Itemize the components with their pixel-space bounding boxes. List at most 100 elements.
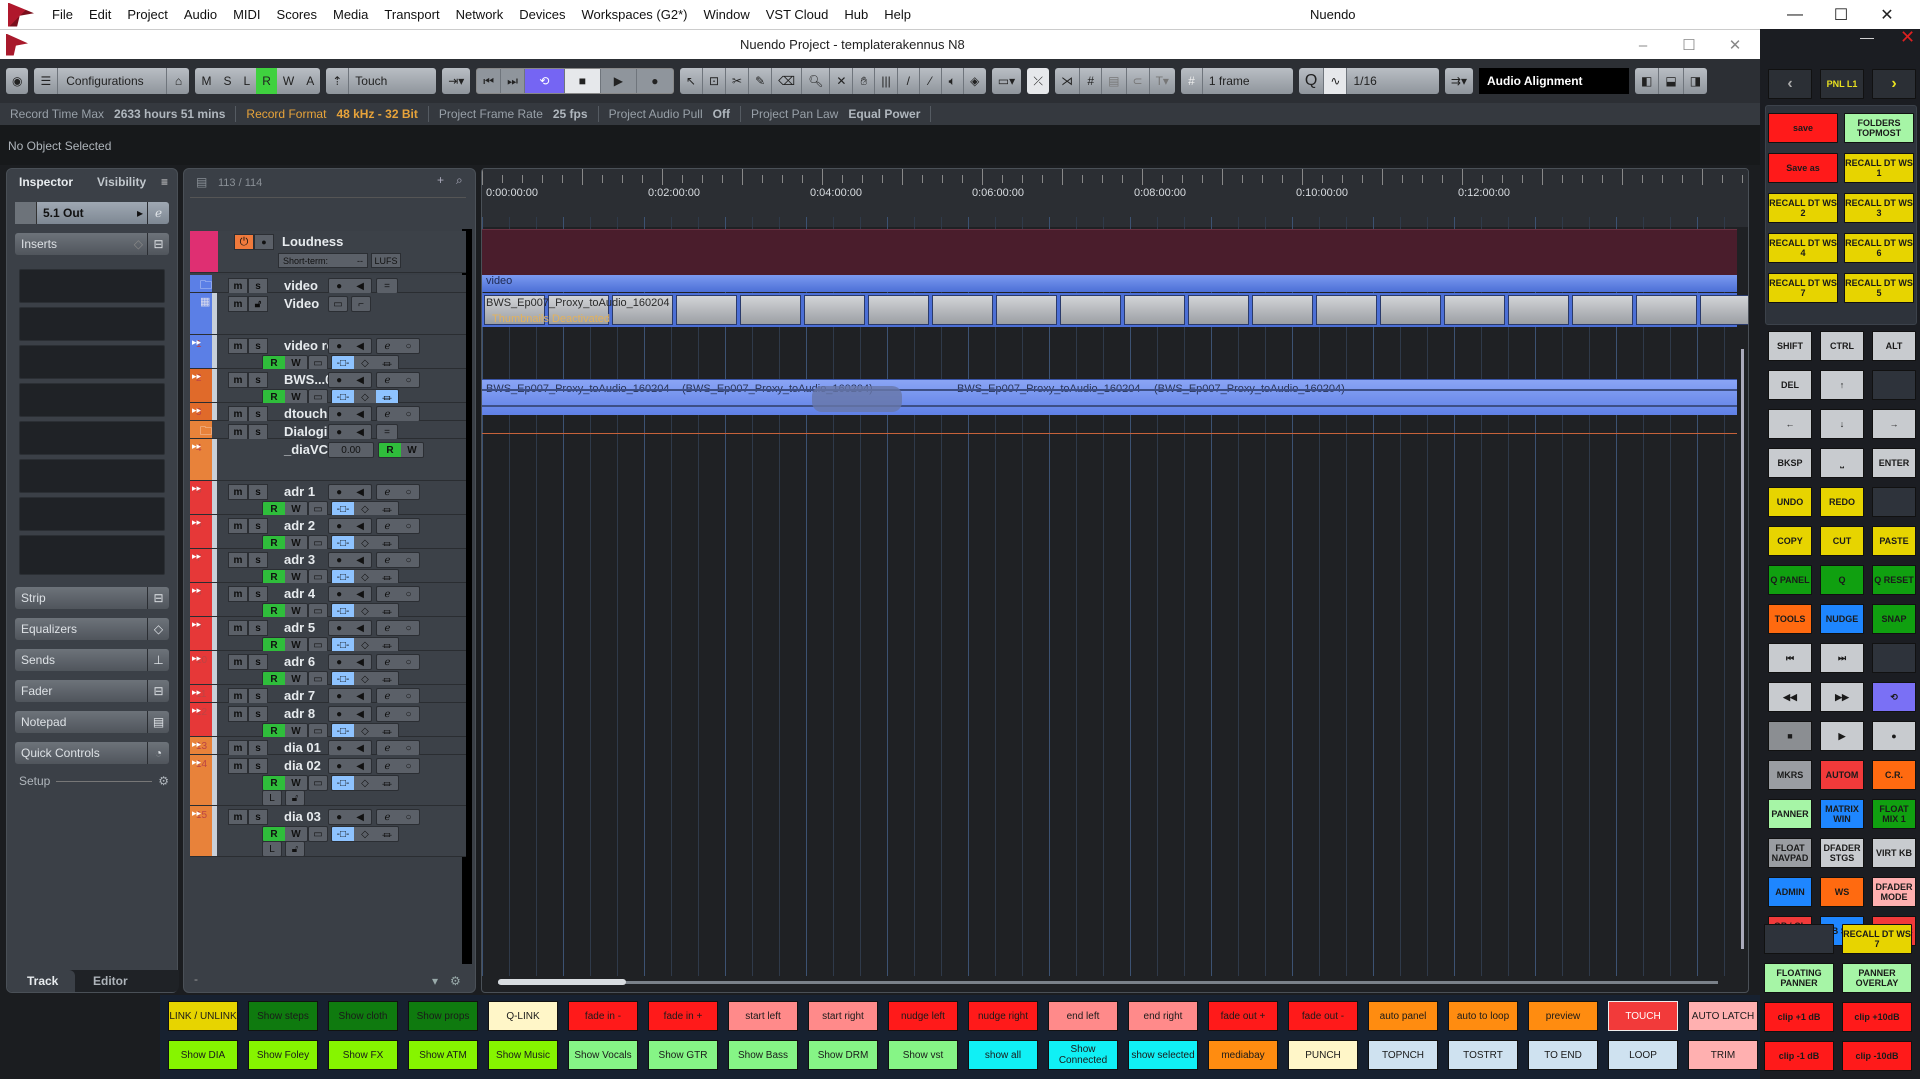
- panel-button[interactable]: ⟲: [1872, 682, 1916, 712]
- eq-icon[interactable]: ◇: [147, 618, 169, 640]
- read-automation-button[interactable]: R: [263, 672, 285, 686]
- insert-slot[interactable]: [19, 269, 165, 303]
- menu-network[interactable]: Network: [448, 7, 512, 22]
- pan-type-icon[interactable]: ⏛: [376, 570, 398, 584]
- fader-icon[interactable]: ⊟: [147, 680, 169, 702]
- track-row[interactable]: 1 ▸▸ m s video ref ● ◀ ℯ ○ R W ▭ -□- ◇ ⏛: [190, 335, 466, 371]
- window-minimize-icon[interactable]: –: [1620, 30, 1666, 60]
- panel-button[interactable]: C.R.: [1872, 760, 1916, 790]
- mute-button[interactable]: m: [228, 518, 248, 534]
- link-icon[interactable]: ○: [405, 691, 411, 702]
- read-automation-button[interactable]: R: [263, 390, 285, 404]
- expand-icon[interactable]: ▸▸: [192, 441, 201, 452]
- panel-button[interactable]: Q: [1820, 565, 1864, 595]
- track-name[interactable]: adr 6: [284, 654, 315, 669]
- panel-button[interactable]: DEL: [1768, 370, 1812, 400]
- monitor-icon[interactable]: ◀: [356, 623, 364, 634]
- edit-channel-icon[interactable]: ℯ: [385, 743, 391, 754]
- link-icon[interactable]: ○: [405, 812, 411, 823]
- lanes-mode-icon[interactable]: L: [262, 790, 282, 806]
- snap-type-icon[interactable]: T▾: [1150, 68, 1175, 94]
- left-zone-icon[interactable]: ◧: [1635, 68, 1660, 94]
- diamond-icon[interactable]: ◇: [354, 604, 376, 618]
- tab-track[interactable]: Track: [27, 970, 58, 992]
- write-automation-button[interactable]: W: [285, 356, 307, 370]
- write-automation-button[interactable]: W: [401, 443, 423, 457]
- menu-media[interactable]: Media: [325, 7, 376, 22]
- macro-button[interactable]: mediabay: [1208, 1040, 1278, 1070]
- panel-button[interactable]: Q RESET: [1872, 565, 1916, 595]
- macro-button[interactable]: Q-LINK: [488, 1001, 558, 1031]
- search-icon[interactable]: ⌕: [456, 173, 463, 188]
- track-list-settings-icon[interactable]: ⚙: [450, 974, 461, 988]
- monitor-icon[interactable]: ◀: [356, 657, 364, 668]
- macro-button[interactable]: Show DRM: [808, 1040, 878, 1070]
- go-to-end-button[interactable]: ⏭: [501, 69, 525, 93]
- solo-button[interactable]: s: [248, 406, 268, 422]
- vertical-scrollbar[interactable]: [1741, 349, 1744, 949]
- panel-close-icon[interactable]: ✕: [1900, 27, 1915, 48]
- macro-button[interactable]: TOPNCH: [1368, 1040, 1438, 1070]
- link-icon[interactable]: ○: [405, 409, 411, 420]
- track-name[interactable]: adr 7: [284, 688, 315, 703]
- insert-slot[interactable]: [19, 421, 165, 455]
- track-name[interactable]: video: [284, 278, 318, 293]
- menu-help[interactable]: Help: [876, 7, 919, 22]
- panel-button[interactable]: Save as: [1768, 153, 1838, 183]
- track-row[interactable]: 5 ▸▸ m s adr 1 ● ◀ ℯ ○ R W ▭ -□- ◇ ⏛: [190, 481, 466, 517]
- mute-button[interactable]: m: [228, 586, 248, 602]
- panel-button[interactable]: FOLDERS TOPMOST: [1844, 113, 1914, 143]
- record-enable-icon[interactable]: ●: [336, 375, 342, 386]
- collapse-icon[interactable]: -: [194, 972, 198, 986]
- track-name[interactable]: dia 03: [284, 809, 321, 824]
- pan-type-icon[interactable]: ⏛: [376, 827, 398, 841]
- expand-icon[interactable]: ▸▸: [192, 585, 201, 596]
- panel-button[interactable]: ◀◀: [1768, 682, 1812, 712]
- close-icon[interactable]: ✕: [1864, 0, 1910, 29]
- track-row[interactable]: 🗀︎ m s video ● ◀ =: [190, 275, 466, 294]
- horizontal-scrollbar[interactable]: [498, 979, 1718, 985]
- diamond-icon[interactable]: ◇: [354, 776, 376, 790]
- pan-type-icon[interactable]: ⏛: [376, 536, 398, 550]
- thumbnail-toggle[interactable]: ▭: [328, 296, 348, 312]
- monitor-icon[interactable]: ◀: [356, 709, 364, 720]
- write-automation-button[interactable]: W: [285, 672, 307, 686]
- pan-type-icon[interactable]: ⏛: [376, 604, 398, 618]
- panel-button[interactable]: ▶: [1820, 721, 1864, 751]
- diamond-icon[interactable]: ◇: [354, 638, 376, 652]
- read-automation-button[interactable]: R: [263, 570, 285, 584]
- record-enable-icon[interactable]: ●: [336, 341, 342, 352]
- diamond-icon[interactable]: ◇: [354, 672, 376, 686]
- edit-channel-icon[interactable]: ℯ: [385, 409, 391, 420]
- folder-menu-icon[interactable]: =: [376, 424, 398, 440]
- panel-button[interactable]: clip -10dB: [1842, 1041, 1912, 1071]
- track-name[interactable]: Dialogi: [284, 424, 327, 439]
- solo-button[interactable]: s: [248, 586, 268, 602]
- pan-type-icon[interactable]: ⏛: [376, 672, 398, 686]
- bottom-zone-icon[interactable]: ⬓: [1659, 68, 1684, 94]
- lock-button[interactable]: 🔓︎: [248, 296, 268, 312]
- panel-button[interactable]: ■: [1768, 721, 1812, 751]
- diamond-icon[interactable]: ◇: [354, 536, 376, 550]
- mute-button[interactable]: m: [228, 296, 248, 312]
- menu-hub[interactable]: Hub: [836, 7, 876, 22]
- expand-icon[interactable]: ▸▸: [192, 483, 201, 494]
- track-row[interactable]: 11 ▸▸ m s adr 7 ● ◀ ℯ ○: [190, 685, 466, 704]
- panel-button[interactable]: MATRIX WIN: [1820, 799, 1864, 829]
- iterative-quantize-icon[interactable]: ∿: [1324, 68, 1348, 94]
- macro-button[interactable]: auto to loop: [1448, 1001, 1518, 1031]
- lanes-mode-icon[interactable]: L: [262, 841, 282, 857]
- insert-slot[interactable]: [19, 345, 165, 379]
- macro-button[interactable]: show all: [968, 1040, 1038, 1070]
- record-enable-icon[interactable]: ●: [336, 427, 342, 438]
- track-color-button[interactable]: ▭▾: [991, 68, 1022, 94]
- monitor-icon[interactable]: ◀: [356, 281, 364, 292]
- solo-button[interactable]: s: [248, 620, 268, 636]
- audio-pull-label[interactable]: Project Audio Pull: [599, 107, 713, 121]
- menu-transport[interactable]: Transport: [376, 7, 447, 22]
- panner-icon[interactable]: -□-: [332, 827, 354, 841]
- play-button[interactable]: ▶: [601, 69, 637, 93]
- panel-button[interactable]: RECALL DT WS 3: [1844, 193, 1914, 223]
- lanes-icon[interactable]: ▭: [308, 826, 328, 842]
- macro-button[interactable]: TRIM: [1688, 1040, 1758, 1070]
